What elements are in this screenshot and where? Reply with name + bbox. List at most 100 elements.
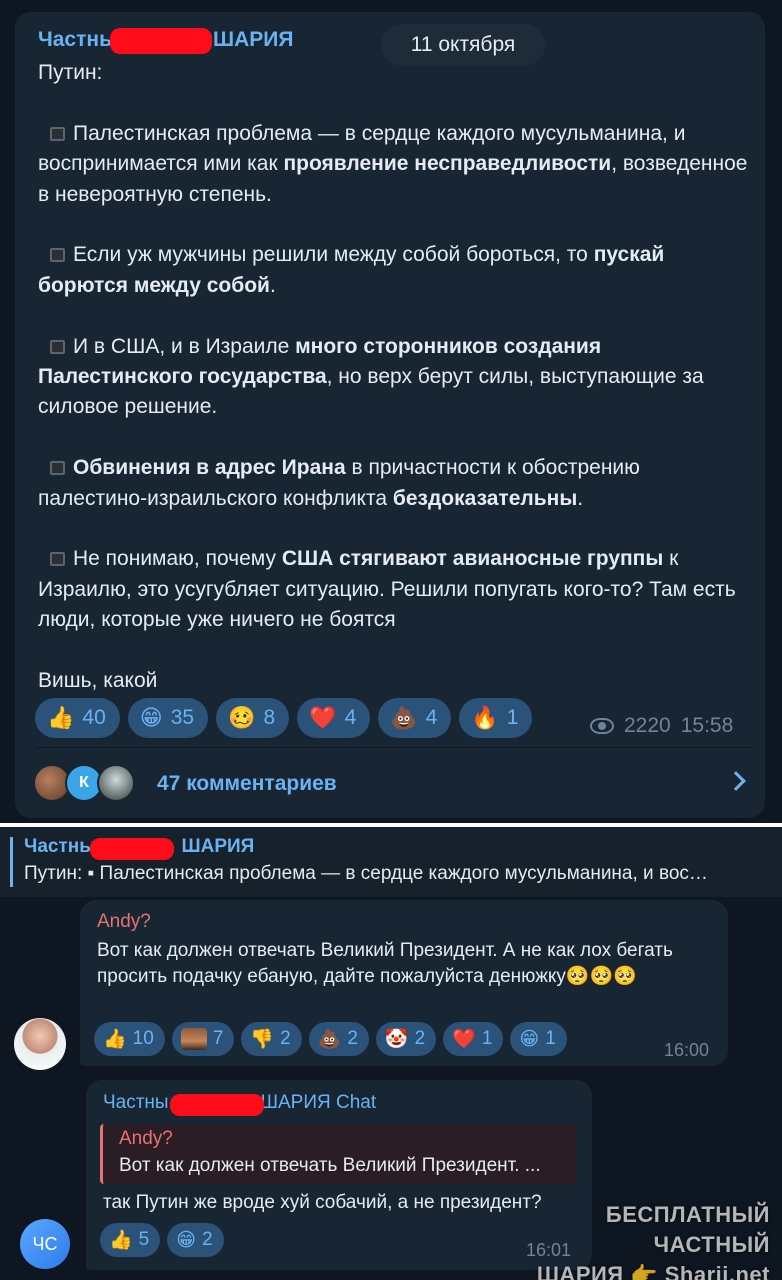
reaction-thumbs-up[interactable]: 👍 40: [35, 698, 120, 738]
post-paragraph-1: Палестинская проблема — в сердце каждого…: [38, 119, 753, 210]
post-paragraph-2: Если уж мужчины решили между собой борот…: [38, 240, 753, 301]
avatar[interactable]: [14, 1018, 66, 1070]
reaction-count: 2: [280, 1028, 291, 1049]
comment-reactions: 👍 10 7 👎 2 💩 2 🤡 2 ❤️ 1 😁 1: [94, 1022, 567, 1056]
comment-text: Вот как должен отвечать Великий Президен…: [97, 940, 673, 987]
reaction-poop[interactable]: 💩 4: [378, 698, 452, 738]
black-square-icon: [50, 552, 65, 567]
author-suffix: ШАРИЯ Chat: [260, 1092, 377, 1113]
post-paragraph-3: И в США, и в Израиле много сторонников с…: [38, 332, 753, 423]
reaction-count: 4: [425, 706, 438, 729]
comment-text: так Путин же вроде хуй собачий, а не пре…: [103, 1192, 542, 1213]
black-square-icon: [50, 339, 65, 354]
black-square-icon: [50, 248, 65, 263]
fire-icon: 🔥: [471, 705, 499, 730]
comments-label: 47 комментариев: [157, 772, 337, 795]
reaction-grin[interactable]: 😁 1: [510, 1022, 567, 1056]
reaction-count: 1: [506, 706, 519, 729]
reaction-heart[interactable]: ❤️ 4: [297, 698, 371, 738]
reaction-count: 4: [344, 706, 357, 729]
reaction-thumbs-up[interactable]: 👍 5: [100, 1223, 161, 1257]
redaction-mark: [170, 1094, 264, 1116]
post-paragraph-5: Не понимаю, почему США стягивают авианос…: [38, 544, 753, 635]
author-prefix: Частны: [103, 1092, 169, 1113]
reaction-count: 5: [138, 1229, 150, 1250]
poop-icon: 💩: [317, 1028, 342, 1050]
comment-time: 16:00: [664, 1040, 710, 1060]
grin-icon: 😁: [519, 1028, 540, 1050]
channel-post: Частны ШАРИЯ 11 октября Путин: Палестинск…: [15, 12, 765, 818]
grin-icon: 😁: [139, 705, 163, 730]
quote-text: Вот как должен отвечать Великий Президен…: [119, 1155, 541, 1176]
post-outro: Вишь, какой: [38, 669, 158, 693]
text: Если уж мужчины решили между собой борот…: [73, 243, 594, 267]
text: И в США, и в Израиле: [73, 334, 296, 358]
reaction-count: 8: [263, 706, 276, 729]
reaction-custom-face[interactable]: 7: [171, 1022, 235, 1056]
redaction-mark: [90, 838, 174, 860]
reply-quote[interactable]: Andy? Вот как должен отвечать Великий Пр…: [100, 1124, 576, 1184]
reaction-fire[interactable]: 🔥 1: [459, 698, 533, 738]
post-reactions: 👍 40 😁 35 🥴 8 ❤️ 4 💩 4 🔥 1: [35, 698, 533, 738]
reaction-count: 2: [414, 1028, 426, 1049]
author-prefix: Частны: [24, 836, 96, 857]
reaction-grin[interactable]: 😁 35: [127, 698, 209, 738]
text: Не понимаю, почему: [73, 547, 282, 571]
thumbs-up-icon: 👍: [47, 705, 75, 730]
avatar[interactable]: ЧС: [20, 1219, 70, 1269]
clown-icon: 🤡: [384, 1028, 409, 1050]
woozy-face-icon: 🥴: [228, 705, 256, 730]
reaction-count: 1: [481, 1028, 493, 1049]
post-author-suffix: ШАРИЯ: [213, 28, 294, 51]
black-square-icon: [50, 126, 65, 141]
heart-icon: ❤️: [452, 1028, 476, 1050]
bold-text: бездоказательны: [392, 486, 578, 510]
heart-icon: ❤️: [309, 705, 337, 730]
watermark-line-1: БЕСПЛАТНЫЙ ЧАСТНЫЙ: [605, 1202, 770, 1257]
commenter-avatars: К: [33, 762, 143, 806]
redaction-mark: [110, 28, 212, 54]
reaction-count: 35: [170, 706, 195, 729]
post-author-prefix: Частны: [38, 28, 118, 51]
comment-bubble: Andy? Вот как должен отвечать Великий Пр…: [80, 900, 728, 1066]
thumbs-down-icon: 👎: [250, 1028, 275, 1050]
post-intro: Путин:: [38, 61, 103, 84]
post-time: 15:58: [680, 714, 734, 737]
reaction-count: 2: [202, 1229, 213, 1250]
thumbs-up-icon: 👍: [103, 1028, 127, 1050]
reaction-count: 1: [545, 1028, 556, 1049]
reaction-count: 7: [212, 1028, 224, 1049]
bold-text: Обвинения в адрес Ирана: [73, 456, 346, 480]
comments-button[interactable]: К 47 комментариев: [33, 760, 753, 808]
chevron-right-icon: [726, 771, 746, 791]
pinned-preview: Путин: ▪ Палестинская проблема — в сердц…: [24, 863, 708, 884]
reaction-count: 40: [82, 706, 106, 729]
accent-bar: [10, 837, 13, 887]
reaction-clown[interactable]: 🤡 2: [375, 1022, 437, 1056]
author-suffix: ШАРИЯ: [181, 836, 255, 857]
reaction-thumbs-down[interactable]: 👎 2: [241, 1022, 302, 1056]
watermark: БЕСПЛАТНЫЙ ЧАСТНЫЙ ШАРИЯ 👉 Sharij.net: [500, 1200, 770, 1280]
poop-icon: 💩: [390, 705, 418, 730]
reaction-poop[interactable]: 💩 2: [308, 1022, 369, 1056]
quote-author: Andy?: [119, 1128, 173, 1149]
custom-face-icon: [180, 1028, 207, 1050]
comment-reactions: 👍 5 😁 2: [100, 1223, 224, 1257]
reaction-grin[interactable]: 😁 2: [167, 1223, 224, 1257]
post-paragraph-4: Обвинения в адрес Ирана в причастности к…: [38, 453, 753, 514]
text: .: [269, 273, 276, 297]
grin-icon: 😁: [176, 1229, 197, 1251]
reaction-woozy[interactable]: 🥴 8: [216, 698, 290, 738]
thumbs-up-icon: 👍: [109, 1229, 133, 1251]
post-text: Путин: Палестинская проблема — в сердце …: [38, 58, 753, 696]
watermark-line-2: ШАРИЯ 👉 Sharij.net: [536, 1262, 770, 1280]
eye-icon: [590, 718, 614, 734]
reaction-heart[interactable]: ❤️ 1: [443, 1022, 504, 1056]
comment-author[interactable]: Andy?: [97, 911, 151, 933]
reaction-thumbs-up[interactable]: 👍 10: [94, 1022, 165, 1056]
reaction-count: 10: [132, 1028, 154, 1049]
bold-text: США стягивают авианосные группы: [281, 547, 664, 571]
bold-text: проявление несправедливости: [283, 152, 612, 176]
avatar: [97, 764, 135, 802]
black-square-icon: [50, 461, 65, 476]
